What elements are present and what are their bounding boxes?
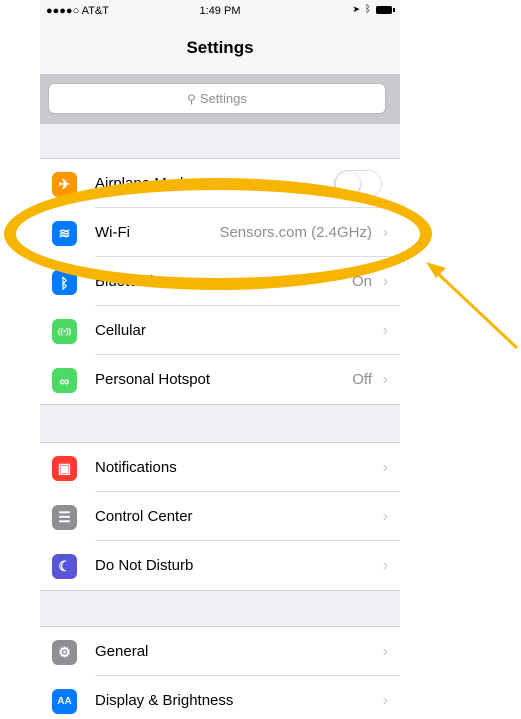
chevron-right-icon: ›	[382, 224, 388, 241]
bluetooth-icon: ᛒ	[365, 4, 371, 15]
notifications-icon: ▣	[52, 456, 77, 481]
row-notifications[interactable]: ▣ Notifications ›	[40, 443, 400, 492]
control-center-icon: ☰	[52, 505, 77, 530]
search-placeholder: Settings	[199, 91, 247, 106]
battery-icon	[376, 5, 395, 14]
chevron-right-icon: ›	[382, 322, 388, 339]
airplane-icon: ✈	[52, 172, 77, 197]
hotspot-value: Off	[352, 371, 372, 388]
row-label: Personal Hotspot	[95, 371, 211, 388]
airplane-mode-toggle[interactable]	[334, 170, 382, 198]
settings-group-general: ⚙ General › AA Display & Brightness ›	[40, 626, 400, 719]
row-wifi[interactable]: ≋ Wi-Fi Sensors.com (2.4GHz) ›	[40, 208, 400, 257]
chevron-right-icon: ›	[382, 459, 388, 476]
search-input[interactable]: ⚲ Settings	[48, 83, 386, 114]
hotspot-icon: ∞	[52, 368, 77, 393]
bluetooth-value: On	[351, 273, 372, 290]
row-airplane-mode[interactable]: ✈ Airplane Mode	[40, 159, 400, 208]
display-icon: AA	[52, 689, 77, 714]
location-icon: ➤	[352, 4, 360, 14]
status-bar: ●●●●○ AT&T 1:49 PM ➤ ᛒ	[40, 0, 400, 22]
row-label: General	[95, 643, 149, 660]
row-label: Cellular	[95, 322, 146, 339]
row-label: Do Not Disturb	[95, 557, 194, 574]
page-title: Settings	[186, 38, 254, 57]
chevron-right-icon: ›	[382, 371, 388, 388]
search-area: ⚲ Settings	[40, 74, 400, 124]
chevron-right-icon: ›	[382, 557, 388, 574]
wifi-icon: ≋	[52, 221, 77, 246]
row-label: Display & Brightness	[95, 692, 234, 709]
chevron-right-icon: ›	[382, 643, 388, 660]
status-time: 1:49 PM	[199, 5, 241, 17]
row-label: Airplane Mode	[95, 175, 192, 192]
cellular-icon: ((•))	[52, 319, 77, 344]
navigation-bar: Settings	[40, 22, 400, 74]
row-display-brightness[interactable]: AA Display & Brightness ›	[40, 676, 400, 719]
row-label: Wi-Fi	[95, 224, 130, 241]
row-personal-hotspot[interactable]: ∞ Personal Hotspot Off ›	[40, 355, 400, 404]
gear-icon: ⚙	[52, 640, 77, 665]
row-control-center[interactable]: ☰ Control Center ›	[40, 492, 400, 541]
toggle-knob	[336, 172, 360, 196]
bluetooth-icon: ᛒ	[52, 270, 77, 295]
search-icon: ⚲	[187, 91, 196, 106]
settings-group-notifications: ▣ Notifications › ☰ Control Center › ☾ D…	[40, 442, 400, 591]
row-label: Notifications	[95, 459, 177, 476]
chevron-right-icon: ›	[382, 508, 388, 525]
row-cellular[interactable]: ((•)) Cellular ›	[40, 306, 400, 355]
row-do-not-disturb[interactable]: ☾ Do Not Disturb ›	[40, 541, 400, 590]
phone-screen: ●●●●○ AT&T 1:49 PM ➤ ᛒ Settings ⚲ Settin…	[40, 0, 400, 719]
status-icons: ➤ ᛒ	[352, 4, 395, 15]
row-label: Bluetooth	[95, 273, 159, 290]
wifi-network-value: Sensors.com (2.4GHz)	[219, 224, 372, 241]
settings-group-connectivity: ✈ Airplane Mode ≋ Wi-Fi Sensors.com (2.4…	[40, 158, 400, 405]
chevron-right-icon: ›	[382, 692, 388, 709]
row-general[interactable]: ⚙ General ›	[40, 627, 400, 676]
row-label: Control Center	[95, 508, 193, 525]
chevron-right-icon: ›	[382, 273, 388, 290]
moon-icon: ☾	[52, 554, 77, 579]
row-bluetooth[interactable]: ᛒ Bluetooth On ›	[40, 257, 400, 306]
